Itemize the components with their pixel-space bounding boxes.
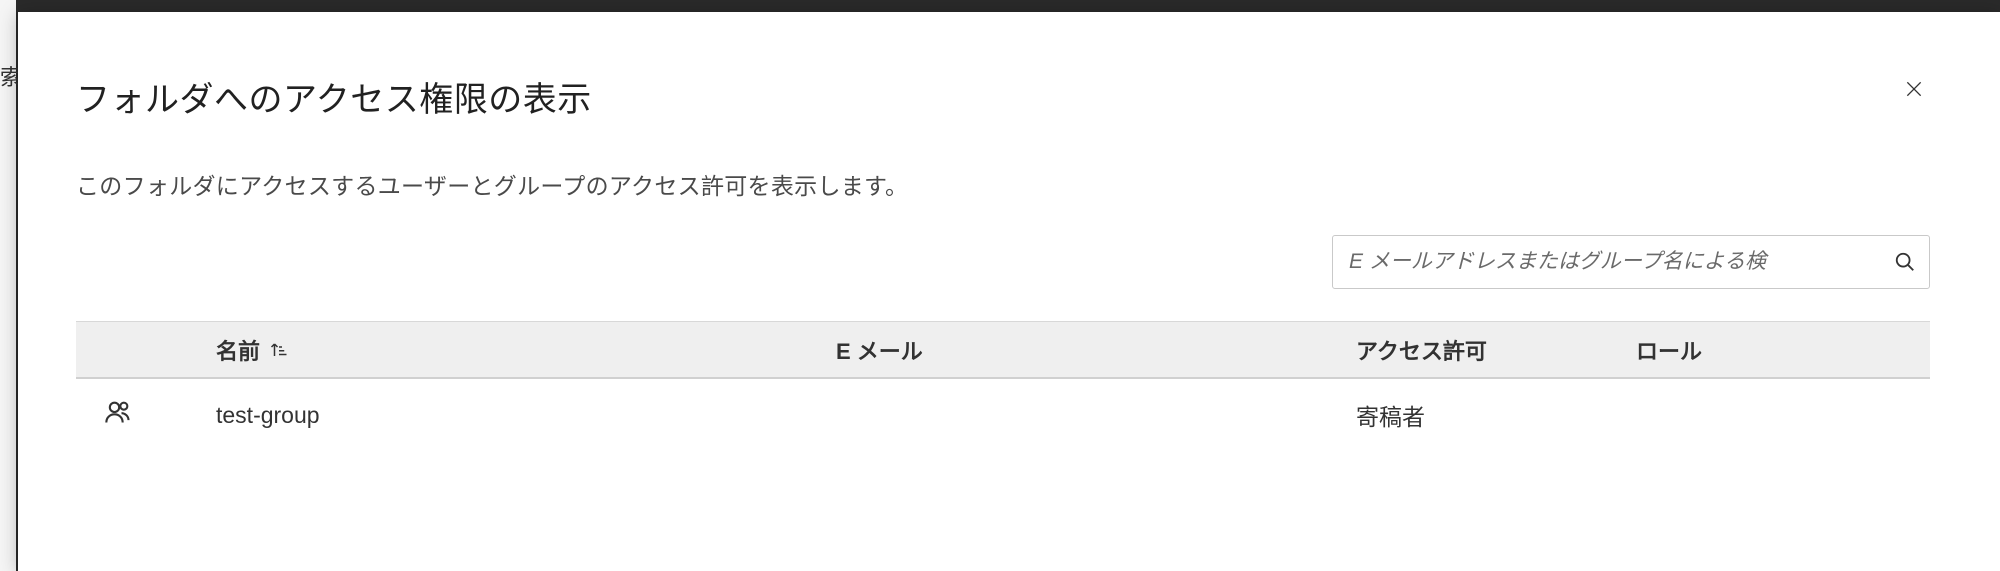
column-header-email[interactable]: E メール xyxy=(836,334,1356,366)
table-header-row: 名前 E メール アクセス許可 ロール xyxy=(76,321,1930,379)
dialog-header: フォルダへのアクセス権限の表示 xyxy=(76,72,1930,121)
folder-access-dialog: フォルダへのアクセス権限の表示 このフォルダにアクセスするユーザーとグループのア… xyxy=(18,12,2000,571)
dialog-description: このフォルダにアクセスするユーザーとグループのアクセス許可を表示します。 xyxy=(76,167,1930,201)
close-button[interactable] xyxy=(1898,76,1930,108)
permissions-table: 名前 E メール アクセス許可 ロール test-group 寄稿者 xyxy=(76,321,1930,451)
close-icon xyxy=(1904,78,1924,106)
column-header-permission[interactable]: アクセス許可 xyxy=(1356,334,1636,366)
column-header-name-label: 名前 xyxy=(216,334,260,366)
table-row[interactable]: test-group 寄稿者 xyxy=(76,379,1930,451)
search-input[interactable] xyxy=(1332,235,1930,289)
dialog-title: フォルダへのアクセス権限の表示 xyxy=(76,72,592,121)
backdrop-partial-text: 索 xyxy=(0,0,16,571)
search-row xyxy=(76,235,1930,289)
row-name-cell: test-group xyxy=(216,402,836,429)
row-type-icon-cell xyxy=(76,398,216,432)
sort-ascending-icon xyxy=(270,340,290,360)
search-box xyxy=(1332,235,1930,289)
group-icon xyxy=(104,405,132,431)
column-header-role[interactable]: ロール xyxy=(1636,334,1930,366)
row-permission-cell: 寄稿者 xyxy=(1356,398,1636,432)
column-header-name[interactable]: 名前 xyxy=(216,334,836,366)
